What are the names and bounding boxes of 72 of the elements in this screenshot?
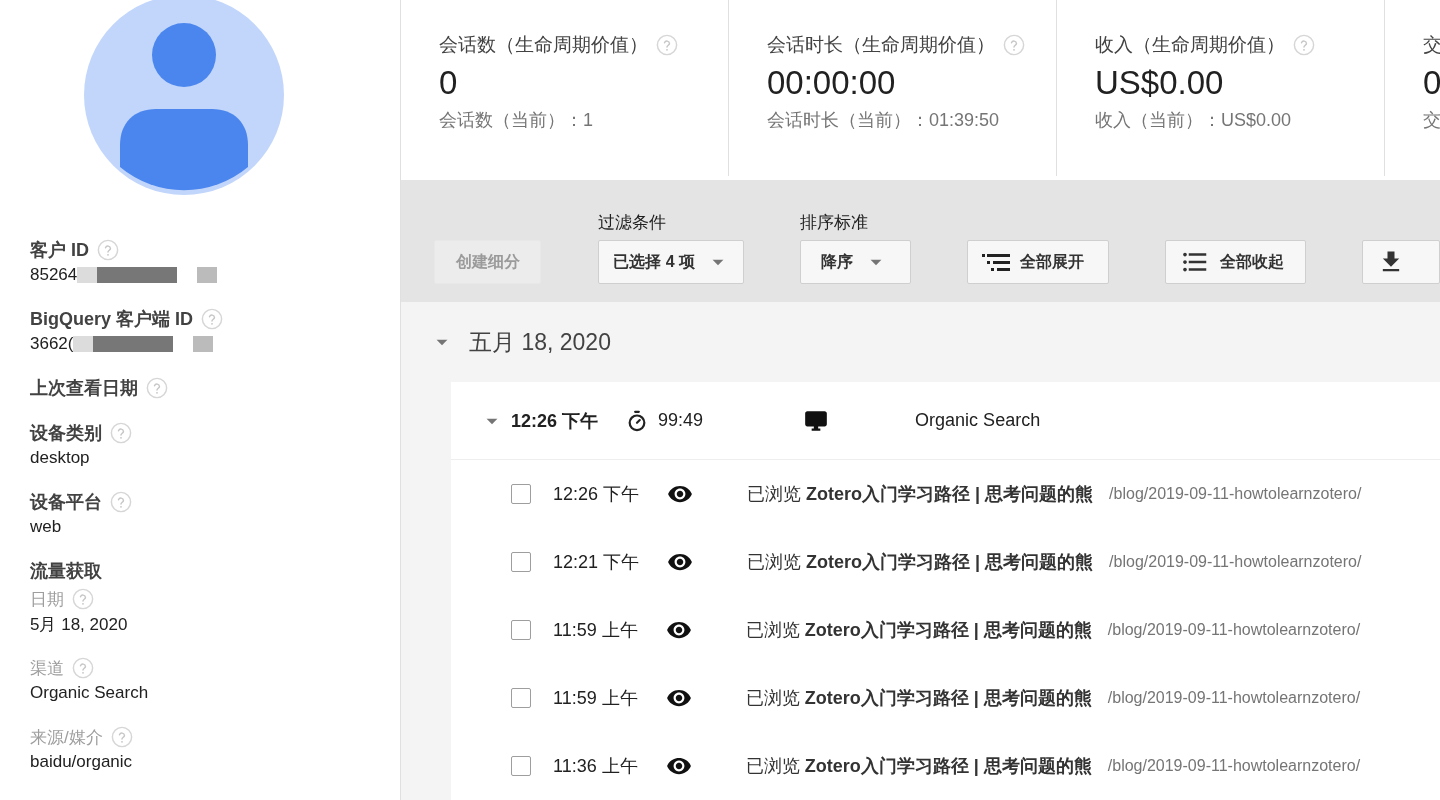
help-icon[interactable] — [146, 377, 168, 399]
metric-title: 会话时长（生命周期价值） — [767, 33, 995, 57]
event-description: 已浏览 Zotero入门学习路径 | 思考问题的熊 — [745, 755, 1092, 778]
field-label: BigQuery 客户端 ID — [30, 308, 194, 331]
metric-subtext: 收入（当前）：US$0.00 — [1095, 109, 1293, 132]
session-duration: 99:49 — [658, 410, 704, 431]
help-icon[interactable] — [201, 308, 224, 330]
field-value: Organic Search — [30, 683, 149, 703]
event-time: 11:59 上午 — [553, 687, 638, 710]
indented-list-icon — [982, 252, 1011, 272]
event-time: 11:36 上午 — [553, 755, 638, 778]
event-description: 已浏览 Zotero入门学习路径 | 思考问题的熊 — [745, 619, 1092, 642]
checkbox[interactable] — [511, 552, 531, 572]
session-row[interactable]: 12:26 下午 99:49 Organic Search — [451, 382, 1440, 460]
date-heading: 五月 18, 2020 — [469, 327, 611, 357]
metric-value: US$0.00 — [1095, 64, 1225, 102]
event-time: 11:59 上午 — [553, 619, 638, 642]
checkbox[interactable] — [511, 620, 531, 640]
field-value: web — [30, 517, 62, 537]
metric-value: 0 — [439, 64, 459, 102]
expand-all-button[interactable]: 全部展开 — [967, 240, 1109, 284]
help-icon[interactable] — [110, 726, 133, 748]
page-path: /blog/2019-09-11-howtolearnzotero/ — [1109, 485, 1362, 503]
field-label: 上次查看日期 — [30, 377, 138, 400]
metric-value: 0 — [1423, 64, 1440, 102]
field-label: 流量获取 — [30, 560, 102, 583]
avatar-icon — [84, 0, 284, 195]
help-icon[interactable] — [1003, 34, 1025, 56]
filter-label: 过滤条件 — [598, 212, 668, 234]
session-time: 12:26 下午 — [511, 409, 599, 433]
event-time: 12:21 下午 — [553, 551, 640, 574]
help-icon[interactable] — [72, 657, 94, 679]
help-icon[interactable] — [97, 239, 119, 261]
page-path: /blog/2019-09-11-howtolearnzotero/ — [1107, 621, 1361, 639]
filter-dropdown[interactable]: 已选择 4 项 — [598, 240, 745, 284]
field-value: baidu/organic — [30, 752, 133, 772]
field-label: 渠道 — [30, 657, 64, 680]
checkbox[interactable] — [511, 756, 531, 776]
help-icon[interactable] — [656, 34, 678, 56]
help-icon[interactable] — [1293, 34, 1315, 56]
event-description: 已浏览 Zotero入门学习路径 | 思考问题的熊 — [747, 551, 1094, 574]
help-icon[interactable] — [110, 422, 132, 444]
field-value: 5月 18, 2020 — [30, 613, 128, 636]
metric-subtext: 会话时长（当前）：01:39:50 — [767, 109, 1001, 132]
field-value: 85264 — [30, 265, 78, 285]
help-icon[interactable] — [110, 491, 132, 513]
field-label: 来源/媒介 — [30, 726, 103, 749]
page-path: /blog/2019-09-11-howtolearnzotero/ — [1107, 757, 1361, 775]
field-value: 3662( — [30, 334, 74, 354]
metric-title: 会话数（生命周期价值） — [439, 33, 648, 57]
field-label: 设备类别 — [30, 422, 102, 445]
checkbox[interactable] — [511, 688, 531, 708]
event-description: 已浏览 Zotero入门学习路径 | 思考问题的熊 — [747, 483, 1094, 506]
checkbox[interactable] — [511, 484, 531, 504]
download-button[interactable] — [1361, 240, 1440, 284]
session-source: Organic Search — [915, 410, 1041, 431]
page-path: /blog/2019-09-11-howtolearnzotero/ — [1109, 553, 1362, 571]
page-path: /blog/2019-09-11-howtolearnzotero/ — [1107, 689, 1361, 707]
event-time: 12:26 下午 — [553, 483, 640, 506]
field-label: 日期 — [30, 588, 64, 611]
field-value: desktop — [30, 448, 90, 468]
event-description: 已浏览 Zotero入门学习路径 | 思考问题的熊 — [745, 687, 1092, 710]
field-label: 客户 ID — [30, 239, 89, 262]
metric-title: 收入（生命周期价值） — [1095, 33, 1285, 57]
field-label: 设备平台 — [30, 491, 102, 514]
collapse-all-button[interactable]: 全部收起 — [1164, 240, 1306, 284]
metric-subtext: 会话数（当前）：1 — [439, 109, 594, 132]
metric-value: 00:00:00 — [767, 64, 897, 102]
sort-label: 排序标准 — [800, 212, 870, 234]
help-icon[interactable] — [72, 588, 94, 610]
sort-dropdown[interactable]: 降序 — [800, 240, 912, 284]
metric-subtext: 交 — [1423, 109, 1440, 132]
